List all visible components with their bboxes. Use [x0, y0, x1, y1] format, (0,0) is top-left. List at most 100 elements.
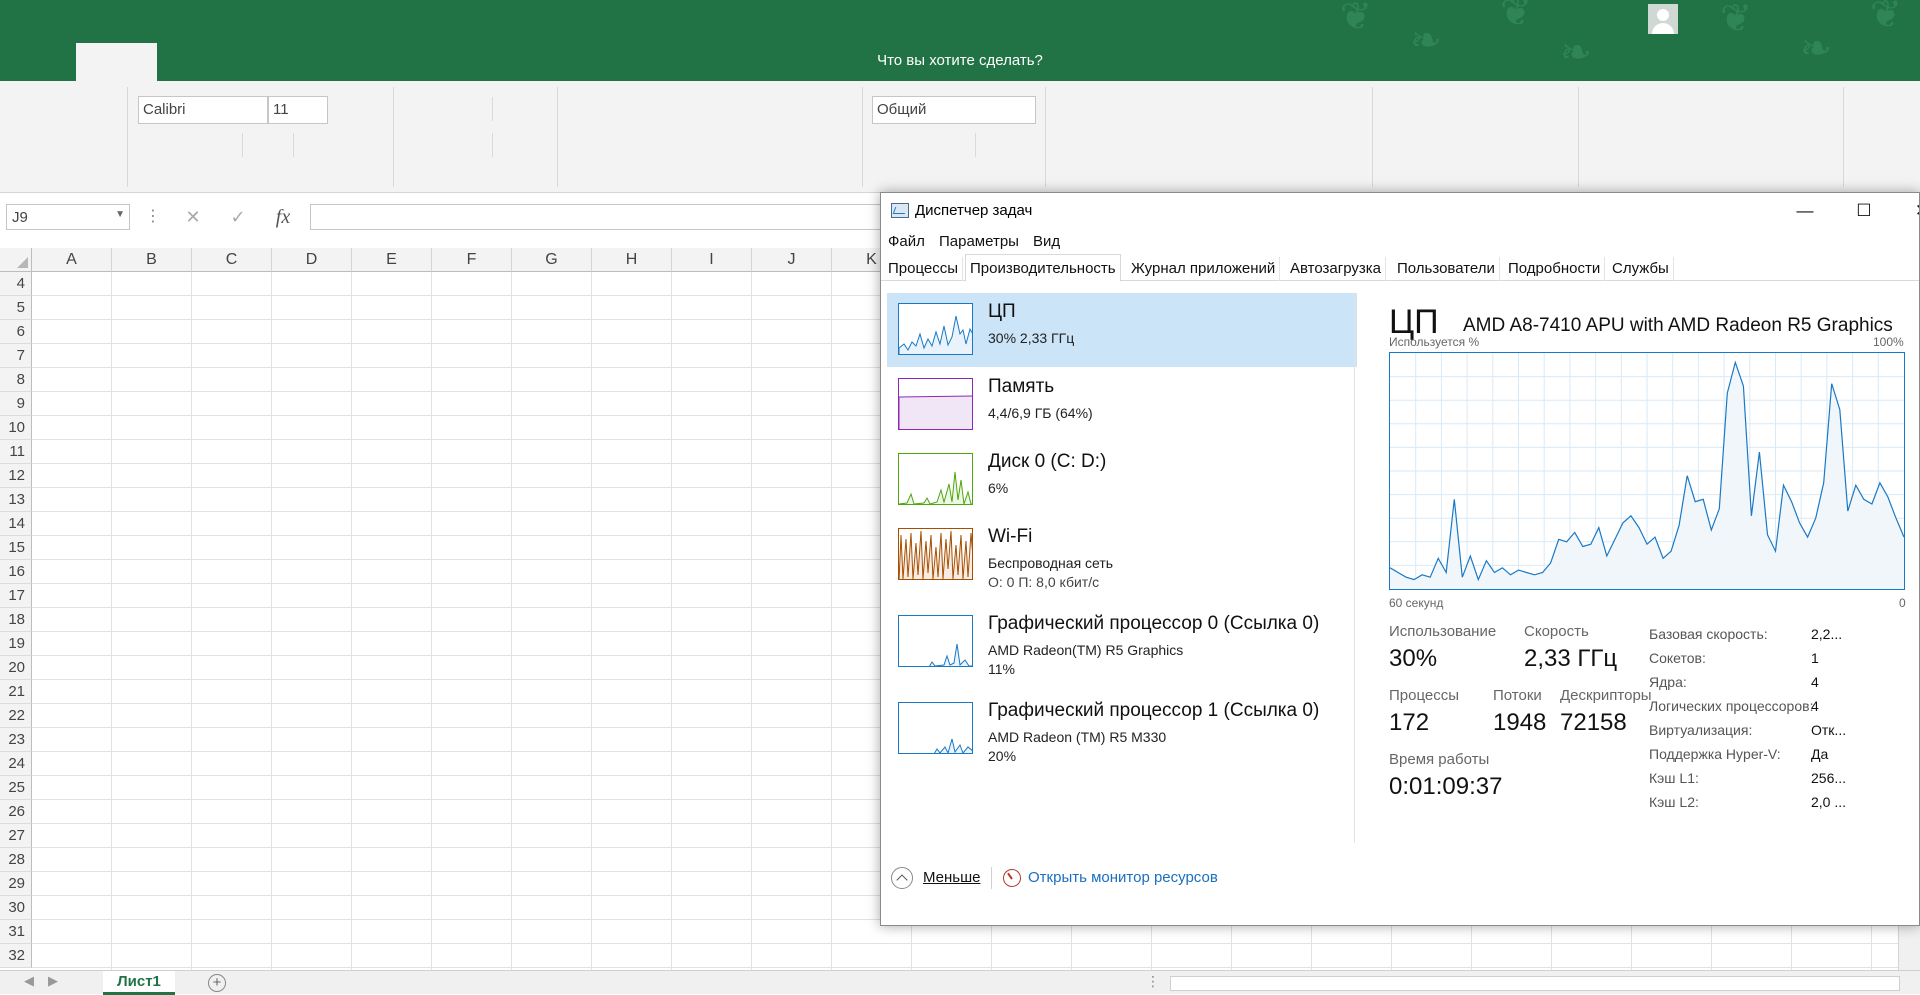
open-resource-monitor-link[interactable]: Открыть монитор ресурсов	[1028, 869, 1218, 886]
tell-me-box[interactable]: Что вы хотите сделать?	[0, 52, 1920, 69]
row-header[interactable]: 17	[0, 584, 32, 608]
column-header[interactable]: D	[272, 248, 352, 272]
tab-services[interactable]: Службы	[1608, 257, 1674, 281]
row-header[interactable]: 26	[0, 800, 32, 824]
tab-performance[interactable]: Производительность	[965, 254, 1121, 282]
row-header[interactable]: 30	[0, 896, 32, 920]
row-header[interactable]: 22	[0, 704, 32, 728]
resource-item-disk[interactable]: Диск 0 (C: D:) 6%	[887, 443, 1357, 517]
resource-item-gpu0[interactable]: Графический процессор 0 (Ссылка 0) AMD R…	[887, 605, 1357, 679]
maximize-button[interactable]: ☐	[1835, 193, 1893, 229]
tab-startup[interactable]: Автозагрузка	[1286, 257, 1386, 281]
vertical-scrollbar[interactable]	[1898, 920, 1920, 970]
disk-mini-graph	[898, 453, 973, 505]
row-header[interactable]: 9	[0, 392, 32, 416]
column-header[interactable]: C	[192, 248, 272, 272]
row-header[interactable]: 14	[0, 512, 32, 536]
fewer-details-button[interactable]: Меньше	[923, 869, 980, 886]
more-dots-icon[interactable]: ⋮	[1146, 973, 1160, 990]
detail-key: Виртуализация:	[1649, 722, 1753, 738]
row-header[interactable]: 19	[0, 632, 32, 656]
row-header[interactable]: 32	[0, 944, 32, 968]
handles-label: Дескрипторы	[1560, 687, 1652, 704]
menu-options[interactable]: Параметры	[939, 233, 1019, 250]
row-header[interactable]: 21	[0, 680, 32, 704]
chevron-up-icon[interactable]	[891, 867, 913, 889]
ribbon-divider	[1578, 87, 1579, 187]
resource-item-gpu1[interactable]: Графический процессор 1 (Ссылка 0) AMD R…	[887, 692, 1357, 766]
column-header[interactable]: I	[672, 248, 752, 272]
next-sheet-icon[interactable]: ▶	[48, 973, 58, 989]
row-header[interactable]: 5	[0, 296, 32, 320]
add-sheet-icon[interactable]: +	[208, 974, 226, 992]
detail-value: Да	[1811, 746, 1829, 762]
row-header[interactable]: 16	[0, 560, 32, 584]
tab-processes[interactable]: Процессы	[884, 257, 964, 281]
font-name-combo[interactable]: Calibri	[138, 96, 268, 124]
column-header[interactable]: E	[352, 248, 432, 272]
cancel-entry-icon[interactable]: ✕	[176, 204, 210, 230]
row-header[interactable]: 10	[0, 416, 32, 440]
tab-strip: Процессы Производительность Журнал прило…	[881, 254, 1919, 282]
window-titlebar[interactable]: Диспетчер задач — ☐ ✕	[881, 193, 1919, 229]
resource-name: Графический процессор 0 (Ссылка 0)	[988, 613, 1320, 634]
tab-users[interactable]: Пользователи	[1393, 257, 1500, 281]
detail-key: Сокетов:	[1649, 650, 1706, 666]
column-header[interactable]: A	[32, 248, 112, 272]
row-header[interactable]: 24	[0, 752, 32, 776]
row-header[interactable]: 27	[0, 824, 32, 848]
row-header[interactable]: 15	[0, 536, 32, 560]
column-header[interactable]: F	[432, 248, 512, 272]
menu-view[interactable]: Вид	[1033, 233, 1060, 250]
close-button[interactable]: ✕	[1893, 193, 1919, 229]
gpu0-mini-graph	[898, 615, 973, 667]
resource-item-cpu[interactable]: ЦП 30% 2,33 ГГц	[887, 293, 1357, 367]
chevron-down-icon[interactable]: ▼	[115, 209, 125, 220]
horizontal-scrollbar[interactable]	[1170, 976, 1900, 991]
row-header[interactable]: 29	[0, 872, 32, 896]
row-header[interactable]: 13	[0, 488, 32, 512]
row-header[interactable]: 4	[0, 272, 32, 296]
row-header[interactable]: 28	[0, 848, 32, 872]
column-header[interactable]: J	[752, 248, 832, 272]
prev-sheet-icon[interactable]: ◀	[24, 973, 34, 989]
select-all-corner[interactable]	[0, 248, 32, 272]
resource-item-memory[interactable]: Память 4,4/6,9 ГБ (64%)	[887, 368, 1357, 442]
resource-item-wifi[interactable]: Wi-Fi Беспроводная сеть О: 0 П: 8,0 кбит…	[887, 518, 1357, 592]
menu-file[interactable]: Файл	[888, 233, 925, 250]
row-header[interactable]: 8	[0, 368, 32, 392]
ribbon-divider	[393, 87, 394, 187]
number-format-combo[interactable]: Общий	[872, 96, 1036, 124]
memory-mini-graph	[898, 378, 973, 430]
tab-app-history[interactable]: Журнал приложений	[1127, 257, 1281, 281]
tab-details[interactable]: Подробности	[1504, 257, 1606, 281]
resource-detail: О: 0 П: 8,0 кбит/с	[988, 574, 1100, 590]
insert-function-icon[interactable]: fx	[268, 204, 298, 230]
row-header[interactable]: 25	[0, 776, 32, 800]
more-dots-icon[interactable]: ⋮	[145, 206, 161, 226]
row-header[interactable]: 18	[0, 608, 32, 632]
row-header[interactable]: 7	[0, 344, 32, 368]
excel-ribbon: Calibri 11 Общий	[0, 81, 1920, 193]
row-header[interactable]: 11	[0, 440, 32, 464]
column-header[interactable]: G	[512, 248, 592, 272]
confirm-entry-icon[interactable]: ✓	[221, 204, 255, 230]
menu-bar: Файл Параметры Вид	[881, 229, 1919, 253]
row-header[interactable]: 20	[0, 656, 32, 680]
sheet-tab-active[interactable]: Лист1	[103, 971, 175, 995]
resource-detail: 6%	[988, 480, 1009, 496]
name-box[interactable]: J9 ▼	[6, 204, 130, 230]
minimize-button[interactable]: —	[1776, 193, 1834, 229]
account-avatar-icon[interactable]	[1648, 4, 1678, 34]
column-header[interactable]: H	[592, 248, 672, 272]
font-size-combo[interactable]: 11	[268, 96, 328, 124]
pane-divider	[1354, 293, 1355, 843]
row-header[interactable]: 23	[0, 728, 32, 752]
row-header[interactable]: 31	[0, 920, 32, 944]
row-header[interactable]: 6	[0, 320, 32, 344]
cpu-detail-pane: ЦП AMD A8-7410 APU with AMD Radeon R5 Gr…	[1357, 283, 1919, 843]
row-header[interactable]: 12	[0, 464, 32, 488]
excel-titlebar: ❦ ❧ ❦ ❧ ❦ ❧ ❦ Что вы хотите сделать?	[0, 0, 1920, 81]
column-header[interactable]: B	[112, 248, 192, 272]
task-manager-window: Диспетчер задач — ☐ ✕ Файл Параметры Вид…	[880, 192, 1920, 926]
